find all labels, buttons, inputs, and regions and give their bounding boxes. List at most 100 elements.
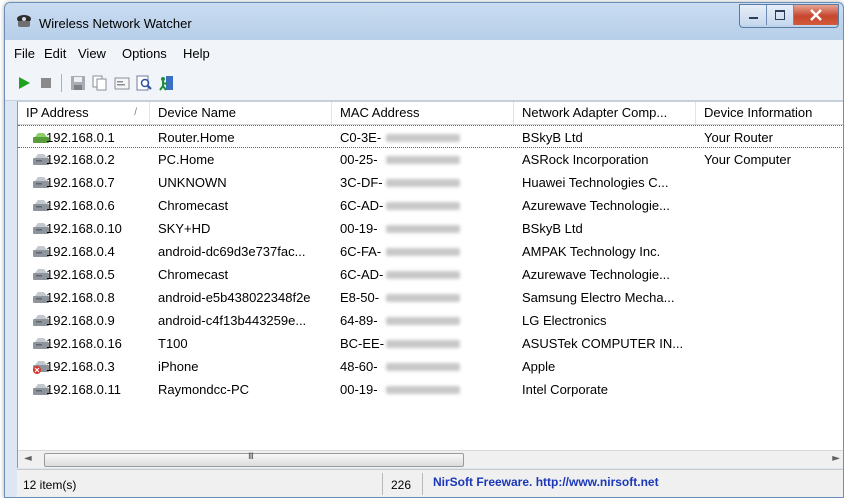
table-row[interactable]: 192.168.0.16 T100 BC-EE- ASUSTek COMPUTER I… — [18, 332, 843, 355]
table-row[interactable]: 192.168.0.4 android-dc69d3e737fac... 6C-FA… — [18, 240, 843, 263]
exit-icon[interactable] — [157, 74, 175, 92]
ip-address-cell: 192.168.0.6 — [46, 198, 115, 213]
adapter-company-cell: ASRock Incorporation — [522, 152, 649, 167]
table-row[interactable]: 192.168.0.1 Router.Home C0-3E- BSkyB Ltd You… — [18, 125, 843, 148]
masked-mac-segment — [386, 156, 460, 164]
table-row[interactable]: 192.168.0.6 Chromecast 6C-AD- Azurewave Tec… — [18, 194, 843, 217]
column-header-adapter[interactable]: Network Adapter Comp... — [514, 102, 696, 124]
mac-address-cell: 00-25- — [340, 152, 378, 167]
mac-address-cell: C0-3E- — [340, 130, 382, 145]
adapter-company-cell: BSkyB Ltd — [522, 130, 583, 145]
mac-address-cell: 64-89- — [340, 313, 378, 328]
adapter-company-cell: Huawei Technologies C... — [522, 175, 669, 190]
close-icon — [810, 9, 822, 21]
ip-address-cell: 192.168.0.2 — [46, 152, 115, 167]
table-row[interactable]: 192.168.0.11 Raymondcc-PC 00-19- Intel Corp… — [18, 378, 843, 401]
masked-mac-segment — [386, 134, 460, 142]
window-title: Wireless Network Watcher — [39, 16, 192, 31]
device-name-cell: Raymondcc-PC — [158, 382, 250, 397]
mac-address-cell: 3C-DF- — [340, 175, 383, 190]
device-name-cell: SKY+HD — [158, 221, 211, 236]
maximize-button[interactable] — [767, 5, 794, 25]
column-header-device-info[interactable]: Device Information — [696, 102, 843, 124]
device-list[interactable]: IP Address / Device Name MAC Address Net… — [17, 101, 843, 468]
device-name-cell: android-dc69d3e737fac... — [158, 244, 306, 259]
masked-mac-segment — [386, 363, 460, 371]
device-name-cell: Router.Home — [158, 130, 235, 145]
mac-address-cell: 6C-AD- — [340, 198, 384, 213]
app-icon — [15, 12, 33, 30]
stop-icon[interactable] — [37, 74, 55, 92]
status-bar: 12 item(s) 226 NirSoft Freeware. http://… — [17, 469, 843, 497]
toolbar-separator — [61, 74, 62, 92]
column-header-mac[interactable]: MAC Address — [332, 102, 514, 124]
ip-address-cell: 192.168.0.10 — [46, 221, 122, 236]
masked-mac-segment — [386, 248, 460, 256]
save-icon[interactable] — [69, 74, 87, 92]
list-header: IP Address / Device Name MAC Address Net… — [18, 102, 843, 125]
menu-view[interactable]: View — [78, 46, 106, 61]
menu-options[interactable]: Options — [122, 46, 167, 61]
minimize-button[interactable] — [740, 5, 767, 25]
scroll-left-icon[interactable]: ◄ — [24, 453, 32, 464]
masked-mac-segment — [386, 317, 460, 325]
device-name-cell: UNKNOWN — [158, 175, 227, 190]
scrollbar-thumb[interactable]: III — [44, 452, 464, 467]
adapter-company-cell: Apple — [522, 359, 556, 374]
properties-icon[interactable] — [113, 74, 131, 92]
menu-file[interactable]: File — [14, 46, 35, 61]
menu-edit[interactable]: Edit — [44, 46, 66, 61]
device-info-cell: Your Computer — [704, 152, 791, 167]
mac-address-cell: 6C-FA- — [340, 244, 382, 259]
masked-mac-segment — [386, 271, 460, 279]
minimize-icon — [749, 17, 758, 19]
device-name-cell: android-c4f13b443259e... — [158, 313, 307, 328]
menu-help[interactable]: Help — [183, 46, 210, 61]
find-icon[interactable] — [135, 74, 153, 92]
mac-address-cell: E8-50- — [340, 290, 380, 305]
column-header-device-name[interactable]: Device Name — [150, 102, 332, 124]
table-row[interactable]: 192.168.0.8 android-e5b438022348f2e E8-50-… — [18, 286, 843, 309]
menu-bar: File Edit View Options Help — [5, 40, 843, 64]
toolbar — [5, 64, 843, 101]
status-item-count: 12 item(s) — [23, 478, 77, 492]
table-row[interactable]: 192.168.0.10 SKY+HD 00-19- BSkyB Ltd — [18, 217, 843, 240]
device-name-cell: Chromecast — [158, 198, 229, 213]
copy-icon[interactable] — [91, 74, 109, 92]
table-row[interactable]: 192.168.0.7 UNKNOWN 3C-DF- Huawei Technolog… — [18, 171, 843, 194]
title-bar[interactable]: Wireless Network Watcher — [5, 3, 843, 40]
device-info-cell: Your Router — [704, 130, 773, 145]
close-button[interactable] — [794, 5, 838, 25]
scroll-right-icon[interactable]: ► — [832, 453, 840, 464]
masked-mac-segment — [386, 202, 460, 210]
device-name-cell: T100 — [158, 336, 188, 351]
adapter-company-cell: LG Electronics — [522, 313, 607, 328]
adapter-company-cell: Intel Corporate — [522, 382, 608, 397]
status-separator — [422, 473, 423, 495]
mac-address-cell: 48-60- — [340, 359, 378, 374]
table-row[interactable]: 192.168.0.5 Chromecast 6C-AD- Azurewave Tec… — [18, 263, 843, 286]
scrollbar-grip: III — [248, 452, 254, 462]
ip-address-cell: 192.168.0.1 — [46, 130, 115, 145]
masked-mac-segment — [386, 225, 460, 233]
mac-address-cell: 6C-AD- — [340, 267, 384, 282]
adapter-company-cell: BSkyB Ltd — [522, 221, 583, 236]
adapter-company-cell: Azurewave Technologie... — [522, 198, 670, 213]
ip-address-cell: 192.168.0.9 — [46, 313, 115, 328]
adapter-company-cell: ASUSTek COMPUTER IN... — [522, 336, 684, 351]
status-number: 226 — [391, 478, 412, 492]
ip-address-cell: 192.168.0.7 — [46, 175, 115, 190]
ip-address-cell: 192.168.0.16 — [46, 336, 122, 351]
masked-mac-segment — [386, 340, 460, 348]
table-row[interactable]: 192.168.0.2 PC.Home 00-25- ASRock Incorpora… — [18, 148, 843, 171]
table-row[interactable]: 192.168.0.3 iPhone 48-60- Apple — [18, 355, 843, 378]
nirsoft-link[interactable]: NirSoft Freeware. http://www.nirsoft.net — [433, 475, 659, 489]
masked-mac-segment — [386, 294, 460, 302]
adapter-company-cell: AMPAK Technology Inc. — [522, 244, 661, 259]
app-window: Wireless Network Watcher File Edit View … — [4, 2, 844, 498]
table-row[interactable]: 192.168.0.9 android-c4f13b443259e... 64-89… — [18, 309, 843, 332]
horizontal-scrollbar[interactable]: ◄ III ► — [18, 450, 843, 468]
mac-address-cell: BC-EE- — [340, 336, 385, 351]
column-header-ip[interactable]: IP Address / — [18, 102, 150, 124]
play-icon[interactable] — [15, 74, 33, 92]
